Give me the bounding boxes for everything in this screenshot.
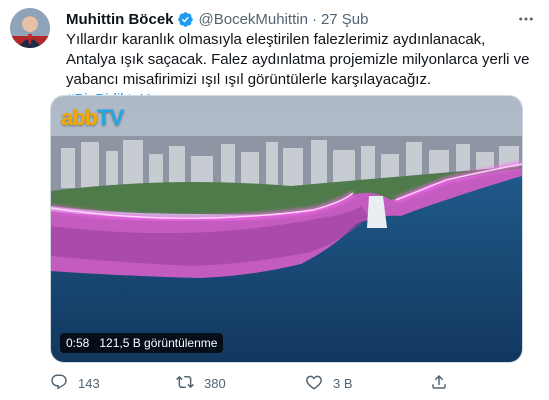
tweet-actions: 143 380 3 B bbox=[50, 373, 510, 393]
reply-button[interactable]: 143 bbox=[50, 373, 100, 394]
abbtv-logo: abbTV bbox=[61, 105, 124, 131]
author-handle[interactable]: @BocekMuhittin bbox=[199, 11, 308, 28]
share-icon bbox=[430, 373, 448, 394]
author-name[interactable]: Muhittin Böcek bbox=[66, 11, 174, 28]
like-button[interactable]: 3 B bbox=[305, 373, 353, 394]
retweet-count: 380 bbox=[204, 376, 226, 391]
logo-suffix: TV bbox=[97, 105, 124, 130]
video-duration: 0:58 bbox=[66, 336, 90, 350]
separator-dot: · bbox=[311, 10, 317, 28]
reply-icon bbox=[50, 373, 68, 394]
video-info-badge: 0:58 121,5 B görüntülenme bbox=[60, 333, 224, 353]
verified-badge-icon bbox=[177, 11, 194, 28]
tweet[interactable]: Muhittin Böcek @BocekMuhittin · 27 Şub Y… bbox=[0, 0, 549, 400]
tweet-date[interactable]: 27 Şub bbox=[321, 11, 369, 28]
video-player[interactable]: abbTV 0:58 121,5 B görüntülenme bbox=[50, 95, 523, 363]
tweet-body: Yıllardır karanlık olmasıyla eleştirilen… bbox=[66, 31, 530, 88]
avatar-image bbox=[10, 8, 50, 48]
heart-icon bbox=[305, 373, 323, 394]
video-views: 121,5 B görüntülenme bbox=[99, 336, 218, 350]
logo-text: abb bbox=[61, 105, 98, 130]
share-button[interactable] bbox=[430, 373, 448, 394]
video-thumbnail bbox=[51, 96, 522, 362]
retweet-button[interactable]: 380 bbox=[176, 373, 226, 394]
reply-count: 143 bbox=[78, 376, 100, 391]
more-horizontal-icon[interactable] bbox=[517, 10, 535, 28]
tweet-header: Muhittin Böcek @BocekMuhittin · 27 Şub bbox=[66, 9, 525, 29]
retweet-icon bbox=[176, 373, 194, 394]
avatar[interactable] bbox=[10, 8, 50, 48]
like-count: 3 B bbox=[333, 376, 353, 391]
